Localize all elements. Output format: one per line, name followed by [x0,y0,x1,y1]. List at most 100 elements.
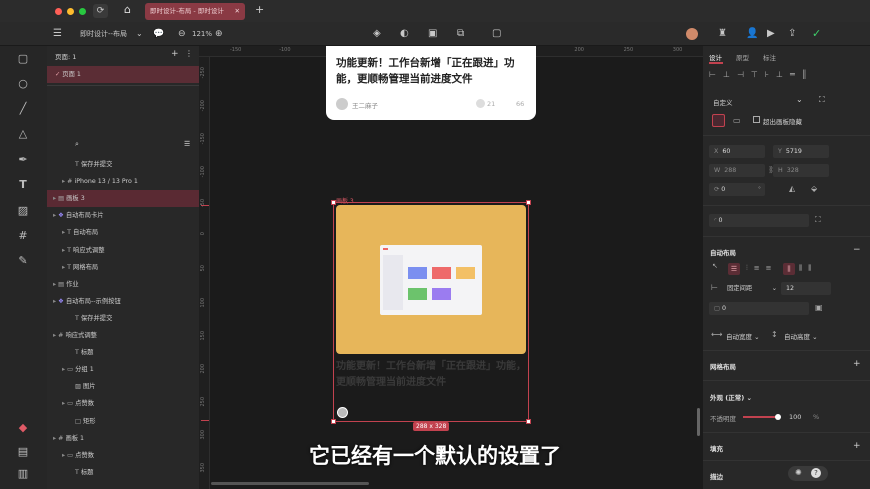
image-tool-icon[interactable]: ▣ [428,22,437,46]
preset-select[interactable]: 自定义 [713,97,733,107]
layer-item[interactable]: T 标题 [47,344,199,361]
play-icon[interactable]: ▶ [767,22,775,46]
layer-item[interactable]: ▸ T 响应式调整 [47,242,199,259]
y-field[interactable]: Y 5719 [773,145,829,158]
zoom-out-icon[interactable]: ⊖ [178,22,186,46]
maximize-window-dot[interactable] [79,8,86,15]
vertical-scrollbar[interactable] [697,408,700,436]
minimize-window-dot[interactable] [67,8,74,15]
fit-icon[interactable]: ⛶ [819,95,825,105]
x-field[interactable]: X 60 [709,145,765,158]
independent-padding-icon[interactable]: ▣ [815,303,823,312]
layer-item[interactable]: ▸ T 自动布局 [47,224,199,241]
zoom-in-icon[interactable]: ⊕ [215,22,223,46]
image-insert-icon[interactable]: ▨ [13,204,33,220]
brush-tool-icon[interactable]: ✎ [13,254,33,270]
ellipse-tool-icon[interactable]: ○ [13,77,33,93]
layer-item[interactable]: ▨ 图片 [47,378,199,395]
resize-handle[interactable] [331,200,336,205]
layer-item[interactable]: □ 矩形 [47,413,199,430]
refresh-icon[interactable]: ⟳ [93,4,108,18]
spacing-field[interactable]: 12 [781,282,831,295]
resize-handle[interactable] [331,419,336,424]
independent-corners-icon[interactable]: ⛶ [815,215,821,225]
home-icon[interactable]: ⌂ [124,3,131,16]
vertical-direction-button[interactable]: ☰ [728,263,740,275]
team-icon[interactable]: ♜ [718,22,727,46]
horizontal-scrollbar[interactable] [211,482,369,485]
layer-item[interactable]: T 保存并提交 [47,310,199,327]
rotation-field[interactable]: ⟳ 0 ° [709,183,765,196]
new-tab-button[interactable]: + [255,3,264,16]
layers-panel-icon[interactable]: ◆ [13,421,33,437]
align-icons[interactable]: ⊢⊥⊣⊤⊦⊥═║ [709,70,864,79]
boolean-tool-icon[interactable]: ⧉ [457,22,464,46]
close-tab-icon[interactable]: ✕ [235,3,240,20]
layer-item[interactable]: ▸ ▭ 分组 1 [47,361,199,378]
file-name[interactable]: 即时设计--布局 [80,22,127,46]
avatar[interactable] [686,28,698,40]
padding-field[interactable]: ▢ 0 [709,302,809,315]
resize-handle[interactable] [526,419,531,424]
layer-item[interactable]: ▸ ❖ 自动布局--示例按钮 [47,293,199,310]
layer-item[interactable]: ▸ ▤ 作业 [47,276,199,293]
layer-item[interactable]: ▸ ❖ 自动布局卡片 [47,207,199,224]
filter-icon[interactable]: ☰ [184,140,190,148]
frame-tool-icon[interactable]: ▢ [492,22,501,46]
flip-vertical-icon[interactable]: ⬙ [811,184,817,193]
align-option-icons[interactable]: ⫶≡≡ [746,264,777,273]
layer-item[interactable]: ▸ # iPhone 13 / 13 Pro 1 [47,173,199,190]
article-card[interactable]: 功能更新！工作台新增「正在跟进」功能，更顺畅管理当前进度文件 王二麻子 21 6… [326,46,536,120]
layer-item[interactable]: T 保存并提交 [47,156,199,173]
design-canvas[interactable]: -150-100-50050100150200250300350 -250-20… [199,46,703,489]
collapse-pages-icon[interactable]: ⋮ [185,49,193,58]
close-window-dot[interactable] [55,8,62,15]
user-icon[interactable]: 👤 [746,22,758,46]
clip-checkbox[interactable] [753,116,760,123]
distribute-button[interactable]: ⫼ [783,263,795,275]
chevron-down-icon[interactable]: ⌄ [136,22,143,46]
layer-item[interactable]: ▸ ▭ 点赞数 [47,395,199,412]
selection-box[interactable] [331,200,531,424]
comment-icon[interactable]: 💬 [153,22,164,46]
triangle-tool-icon[interactable]: △ [13,127,33,143]
opacity-slider-fill[interactable] [743,416,777,418]
height-mode-select[interactable]: 自动高度 ⌄ [784,331,818,341]
layer-item[interactable]: ▸ T 网格布局 [47,259,199,276]
tab-design[interactable]: 设计 [709,52,722,62]
add-page-icon[interactable]: + [171,49,179,59]
width-mode-select[interactable]: 自动宽度 ⌄ [726,331,760,341]
mask-tool-icon[interactable]: ◐ [400,22,409,46]
radius-field[interactable]: ◜ 0 [709,214,809,227]
rectangle-tool-icon[interactable]: ▢ [13,52,33,68]
share-icon[interactable]: ⇪ [788,22,796,46]
zoom-level[interactable]: 121% [192,22,212,46]
text-tool-icon[interactable]: T [13,178,33,194]
frame-tool-icon[interactable]: # [13,229,33,245]
chevron-down-icon[interactable]: ⌄ [796,95,803,104]
portrait-toggle[interactable] [712,114,725,127]
appearance-title[interactable]: 外观 (正常) ⌄ [710,392,752,402]
tab-inspect[interactable]: 标注 [763,52,776,62]
landscape-toggle[interactable]: ▭ [733,116,741,125]
spacing-mode-select[interactable]: 固定间距 ⌄ [727,282,777,295]
w-field[interactable]: W 288 [709,164,765,177]
distribute-option-icons[interactable]: ⫼⫼ [799,264,817,273]
layer-item[interactable]: ▸ # 响应式调整 [47,327,199,344]
line-tool-icon[interactable]: ╱ [13,102,33,118]
resize-handle[interactable] [526,200,531,205]
opacity-slider-thumb[interactable] [775,414,781,420]
pen-tool-icon[interactable]: ✒ [13,153,33,169]
menu-icon[interactable]: ☰ [53,22,62,46]
opacity-value[interactable]: 100 [789,413,801,421]
search-icon[interactable]: ⌕ [75,140,79,149]
flip-horizontal-icon[interactable]: ◭ [789,184,795,193]
add-grid-icon[interactable]: + [853,359,861,369]
h-field[interactable]: H 328 [773,164,829,177]
remove-auto-layout-icon[interactable]: − [853,245,861,255]
layer-item[interactable]: ▸ ▤ 画板 3 [47,190,199,208]
tab-document[interactable]: 即时设计-布局 - 即时设计 ✕ [145,3,245,20]
component-tool-icon[interactable]: ◈ [373,22,381,46]
tab-prototype[interactable]: 原型 [736,52,749,62]
page-item[interactable]: ✓ 页面 1 [47,66,199,83]
